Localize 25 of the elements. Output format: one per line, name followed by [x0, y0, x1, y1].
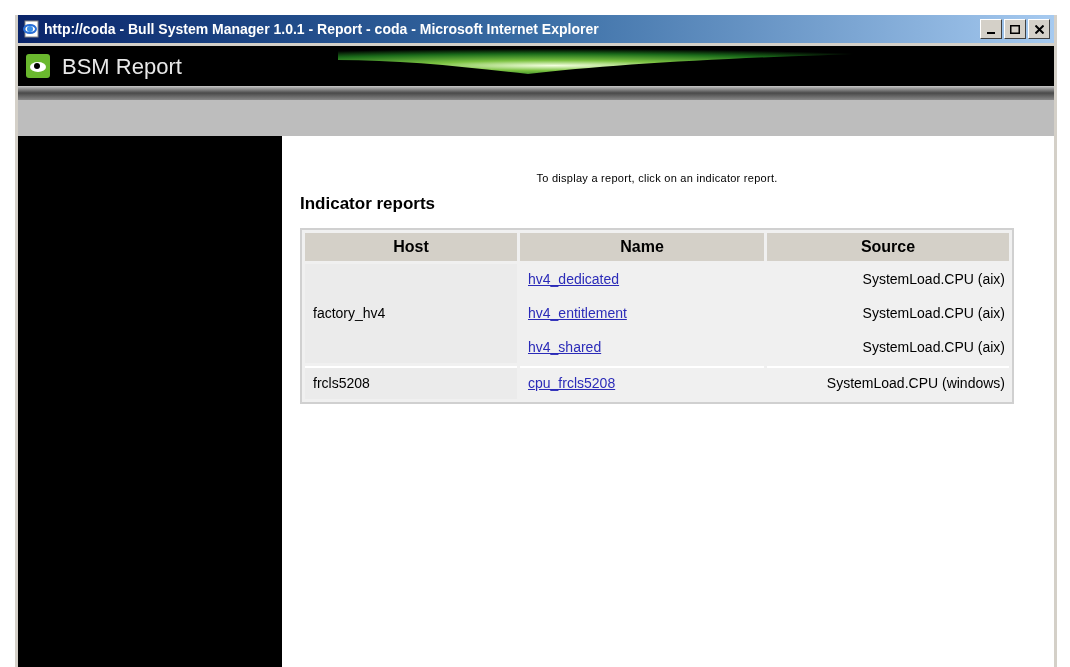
table-cell-text: SystemLoad.CPU (aix): [861, 304, 1006, 323]
eye-logo-icon: [26, 54, 50, 78]
close-icon: [1034, 24, 1044, 34]
section-heading: Indicator reports: [300, 192, 437, 215]
header-title: BSM Report: [62, 52, 182, 81]
table-cell: factory_hv4: [305, 264, 517, 363]
window-title: http://coda - Bull System Manager 1.0.1 - Report - coda - Microsoft Internet Explorer: [44, 19, 600, 39]
table-cell-text: SystemLoad.CPU (aix): [861, 338, 1006, 357]
report-link[interactable]: cpu_frcls5208: [528, 375, 616, 391]
maximize-button[interactable]: [1004, 19, 1026, 39]
column-header: Name: [520, 233, 764, 261]
close-button[interactable]: [1028, 19, 1050, 39]
table-cell: frcls5208: [305, 366, 517, 399]
minimize-button[interactable]: [980, 19, 1002, 39]
table-cell-text: SystemLoad.CPU (aix): [861, 270, 1006, 289]
maximize-icon: [1010, 24, 1020, 34]
report-link[interactable]: hv4_dedicated: [528, 271, 620, 287]
browser-icon: [22, 20, 40, 38]
instruction-text: To display a report, click on an indicator report.: [535, 171, 779, 186]
table-cell: SystemLoad.CPU (windows): [767, 366, 1009, 399]
minimize-icon: [987, 32, 995, 34]
report-link[interactable]: hv4_entitlement: [528, 305, 627, 321]
column-header: Source: [767, 233, 1009, 261]
report-link[interactable]: hv4_shared: [528, 339, 602, 355]
column-header: Host: [305, 233, 517, 261]
